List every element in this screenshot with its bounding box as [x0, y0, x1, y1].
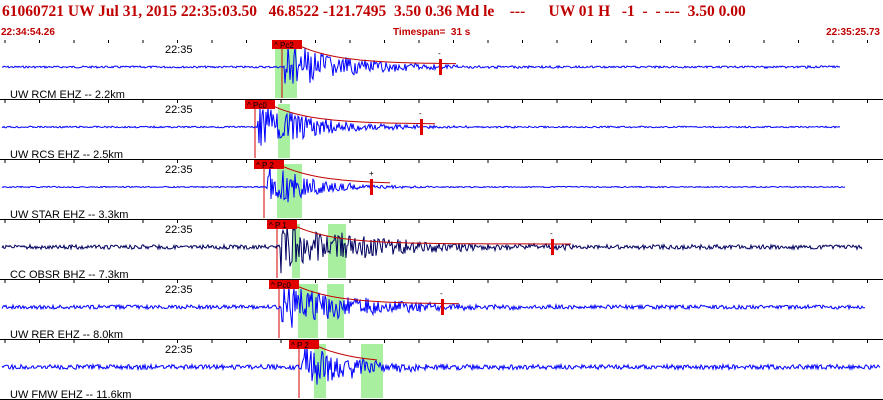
coda-mark-label: - [440, 289, 443, 298]
channel-label: UW FMW EHZ -- 11.6km [10, 389, 131, 400]
time-tick-label: 22:35 [165, 284, 193, 296]
header-bar: 61060721 UW Jul 31, 2015 22:35:03.50 46.… [0, 0, 883, 40]
start-time: 22:34:54.26 [1, 27, 55, 38]
time-tick-label: 22:35 [165, 164, 193, 176]
coda-end-marker [420, 119, 423, 135]
coda-mark-label: - [550, 229, 553, 238]
time-tick-label: 22:35 [165, 104, 193, 116]
pick-label: ^ P 2 [256, 161, 274, 170]
pick-label: ^ P 2 [291, 341, 309, 350]
coda-end-marker [551, 239, 554, 255]
pick-label: ^ Pc2 [274, 41, 294, 50]
coda-mark-label: + [369, 169, 374, 178]
event-title: 61060721 UW Jul 31, 2015 22:35:03.50 46.… [2, 3, 746, 20]
time-tick-label: 22:35 [165, 344, 193, 356]
seismogram-panel[interactable]: -^ Pc222:35UW RCM EHZ -- 2.2km-^ Pc022:3… [0, 40, 883, 400]
time-tick-label: 22:35 [165, 224, 193, 236]
coda-mark-label: - [419, 109, 422, 118]
end-time: 22:35:25.73 [826, 27, 880, 38]
time-tick-label: 22:35 [165, 44, 193, 56]
timespan-label: Timespan= 31 s [393, 27, 471, 38]
pick-label: ^ Pc0 [247, 101, 267, 110]
coda-end-marker [370, 179, 373, 195]
coda-end-marker [441, 299, 444, 315]
pick-label: ^ Pc0 [271, 281, 291, 290]
coda-end-marker [439, 59, 442, 75]
coda-mark-label: - [438, 49, 441, 58]
pick-label: ^ P 1 [269, 221, 287, 230]
analysis-window [361, 344, 383, 398]
